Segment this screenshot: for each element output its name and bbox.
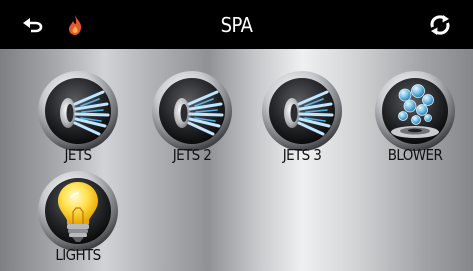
controls-panel: JETS JETS 2 JETS 3 BLOWER LIGHTS: [0, 49, 473, 271]
spa-screen: SPA JETS JETS 2 JETS 3 BLOWER LIGHTS: [0, 0, 473, 271]
blower-bubbles-icon: [375, 71, 455, 151]
flame-icon: [69, 14, 82, 35]
jets-icon: [262, 71, 342, 151]
tile-label: BLOWER: [387, 146, 443, 164]
tile-label: JETS 2: [172, 146, 212, 164]
light-bulb-icon: [38, 171, 118, 251]
back-arrow-icon: [23, 17, 43, 32]
rotate-arrows-icon: [430, 14, 450, 35]
page-title: SPA: [220, 12, 253, 37]
tile-label: JETS 3: [282, 146, 322, 164]
tile-label: JETS: [64, 146, 93, 164]
jets-icon: [152, 71, 232, 151]
header-bar: SPA: [0, 0, 473, 49]
tile-label: LIGHTS: [55, 246, 101, 264]
heater-button[interactable]: [62, 0, 88, 49]
jets-icon: [38, 71, 118, 151]
back-button[interactable]: [18, 0, 48, 49]
refresh-button[interactable]: [424, 0, 456, 49]
